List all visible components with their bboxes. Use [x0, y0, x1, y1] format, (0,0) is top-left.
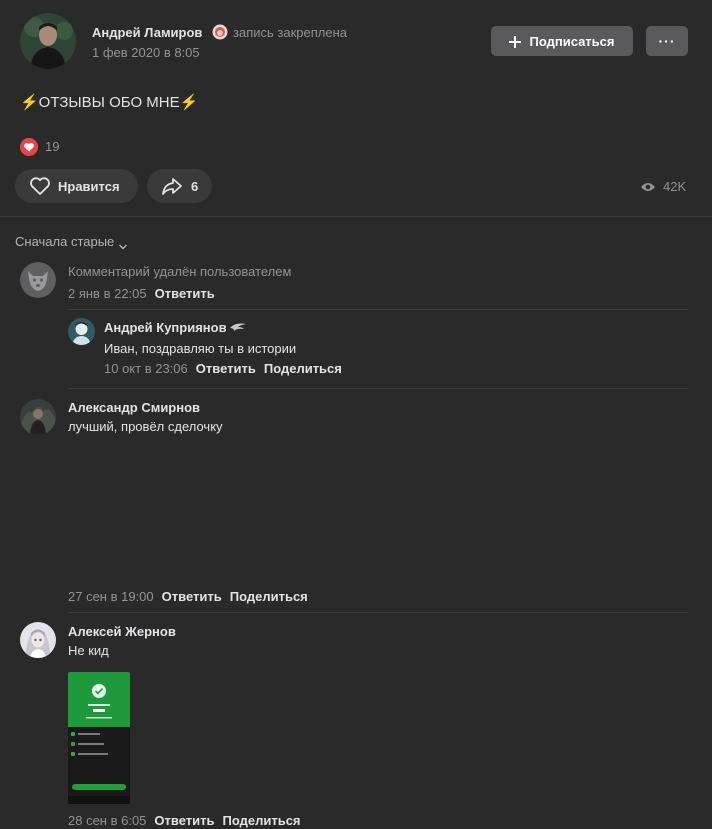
deleted-user-avatar [20, 262, 56, 298]
comment-actions: 28 сен в 6:05 Ответить Поделиться [68, 813, 301, 828]
reactions-count[interactable]: 19 [45, 139, 59, 154]
subscribe-label: Подписаться [529, 33, 615, 49]
comment-date[interactable]: 10 окт в 23:06 [104, 361, 188, 376]
more-button[interactable]: ··· [646, 26, 688, 56]
comment-author[interactable]: Андрей Куприянов [104, 320, 227, 335]
comment-text: Не кид [68, 643, 109, 658]
reply-button[interactable]: Ответить [154, 813, 214, 828]
share-icon [161, 176, 183, 196]
divider [68, 388, 688, 389]
views-count: 42K [663, 179, 687, 194]
comment-date[interactable]: 2 янв в 22:05 [68, 286, 147, 301]
post-author-name[interactable]: Андрей Ламиров [92, 25, 202, 40]
chevron-down-icon [118, 238, 128, 249]
heart-reaction-icon[interactable] [20, 138, 38, 156]
share-link[interactable]: Поделиться [230, 589, 308, 604]
comment-author[interactable]: Алексей Жернов [68, 624, 176, 639]
sort-dropdown[interactable]: Сначала старые [15, 234, 128, 249]
heart-outline-icon [29, 176, 51, 196]
sort-label: Сначала старые [15, 234, 115, 249]
divider [0, 216, 712, 217]
comment-date[interactable]: 28 сен в 6:05 [68, 813, 146, 828]
commenter-avatar[interactable] [20, 399, 56, 435]
reply-button[interactable]: Ответить [162, 589, 222, 604]
post-author-avatar[interactable] [20, 13, 76, 69]
divider [68, 309, 688, 310]
comment-actions: 10 окт в 23:06 Ответить Поделиться [104, 361, 342, 376]
comment-text: Комментарий удалён пользователем [68, 264, 292, 279]
like-button[interactable]: Нравится [15, 169, 138, 203]
commenter-avatar[interactable] [20, 622, 56, 658]
eye-icon [640, 180, 656, 192]
divider [68, 612, 688, 613]
subscribe-button[interactable]: Подписаться [491, 26, 633, 56]
more-icon: ··· [658, 33, 676, 49]
reply-button[interactable]: Ответить [196, 361, 256, 376]
reply-button[interactable]: Ответить [155, 286, 215, 301]
wing-badge-icon [229, 320, 247, 332]
post-date[interactable]: 1 фев 2020 в 8:05 [92, 45, 200, 60]
share-link[interactable]: Поделиться [223, 813, 301, 828]
attached-image[interactable] [68, 672, 130, 804]
comment-author[interactable]: Александр Смирнов [68, 400, 200, 415]
share-count: 6 [191, 178, 199, 194]
comment-date[interactable]: 27 сен в 19:00 [68, 589, 154, 604]
commenter-avatar[interactable] [68, 318, 95, 345]
share-button[interactable]: 6 [147, 169, 212, 203]
comment-actions: 2 янв в 22:05 Ответить [68, 286, 215, 301]
post-text: ⚡ОТЗЫВЫ ОБО МНЕ⚡ [20, 94, 199, 111]
share-link[interactable]: Поделиться [264, 361, 342, 376]
emoji-badge-icon [212, 24, 228, 40]
plus-icon [509, 35, 522, 48]
like-label: Нравится [58, 178, 120, 194]
comment-actions: 27 сен в 19:00 Ответить Поделиться [68, 589, 308, 604]
comment-text: Иван, поздравляю ты в истории [104, 341, 297, 356]
pinned-label: запись закреплена [233, 25, 347, 40]
comment-text: лучший, провёл сделочку [68, 419, 223, 434]
